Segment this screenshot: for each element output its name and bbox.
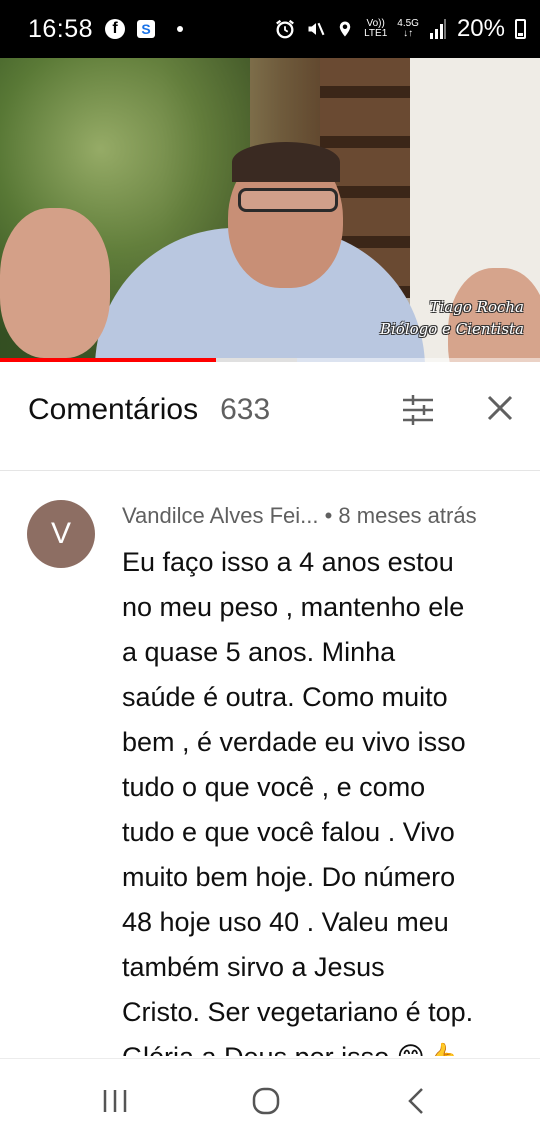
video-person-left-hand [0, 208, 110, 358]
video-caption: Tiago Rocha Biólogo e Cientista [380, 296, 524, 340]
comments-header: Comentários 633 [0, 362, 540, 458]
battery-percent: 20% [456, 15, 505, 42]
comments-count: 633 [220, 393, 271, 426]
comment-meta: Vandilce Alves Fei... • 8 meses atrás [122, 503, 540, 529]
s-app-icon: S [137, 20, 156, 38]
network-arrows-label: ↓↑ [403, 28, 414, 39]
mute-icon [308, 22, 325, 36]
comment-time: • 8 meses atrás [324, 503, 477, 528]
video-caption-name: Tiago Rocha [429, 298, 524, 316]
comment-author[interactable]: Vandilce Alves Fei... [122, 503, 318, 528]
close-icon[interactable] [484, 392, 516, 424]
video-player[interactable]: Tiago Rocha Biólogo e Cientista [0, 58, 540, 362]
video-person-glasses [238, 188, 338, 212]
alarm-icon [276, 19, 295, 39]
video-caption-title: Biólogo e Cientista [379, 320, 524, 338]
network-indicator: 4.5G ↓↑ [397, 19, 419, 39]
recent-apps-icon[interactable] [100, 1085, 132, 1117]
home-icon[interactable] [250, 1085, 282, 1117]
status-time: 16:58 [28, 14, 94, 43]
location-icon [339, 21, 351, 37]
video-person-hair [232, 142, 340, 182]
battery-icon [515, 19, 526, 39]
comment-text: Eu faço isso a 4 anos estou no meu peso … [122, 547, 474, 1056]
volte-bottom-label: LTE1 [364, 28, 388, 39]
status-bar: 16:58 f S Vo)) LTE1 4.5G ↓↑ 20% [0, 0, 540, 58]
header-divider [0, 470, 540, 471]
filter-icon[interactable] [400, 392, 436, 428]
comments-title: Comentários [28, 393, 199, 426]
facebook-icon: f [105, 19, 126, 39]
navigation-bar [0, 1058, 540, 1140]
avatar[interactable]: V [27, 500, 95, 568]
signal-icon [429, 19, 446, 39]
volte-indicator: Vo)) LTE1 [364, 19, 387, 39]
back-icon[interactable] [402, 1085, 434, 1117]
notification-dot-icon [177, 26, 184, 32]
